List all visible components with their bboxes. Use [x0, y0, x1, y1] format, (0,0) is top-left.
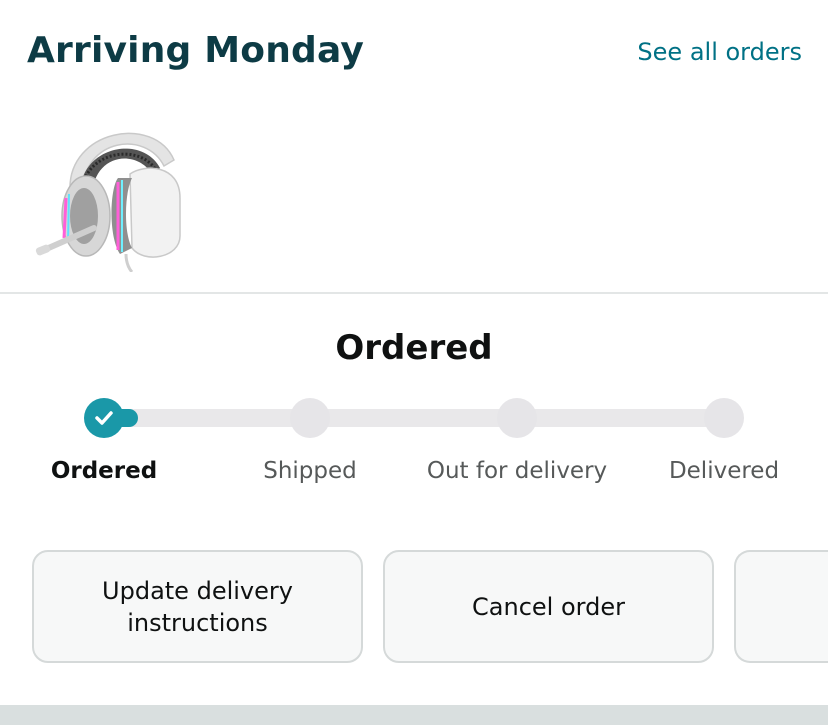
- update-delivery-instructions-button[interactable]: Update delivery instructions: [32, 550, 363, 663]
- product-image[interactable]: [34, 108, 184, 274]
- step-dot-delivered: [704, 398, 744, 438]
- see-all-orders-link[interactable]: See all orders: [637, 38, 802, 66]
- step-label-out-for-delivery: Out for delivery: [426, 458, 608, 484]
- order-header: Arriving Monday See all orders: [0, 0, 828, 100]
- more-actions-button-partial[interactable]: [734, 550, 828, 663]
- delivery-status-title: Ordered: [335, 328, 493, 368]
- step-label-ordered: Ordered: [50, 458, 158, 484]
- step-dot-shipped: [290, 398, 330, 438]
- headset-image: [35, 132, 181, 274]
- bottom-section-edge: [0, 705, 828, 725]
- section-divider: [0, 292, 828, 294]
- cancel-order-button[interactable]: Cancel order: [383, 550, 714, 663]
- step-label-shipped: Shipped: [263, 458, 357, 484]
- page-title: Arriving Monday: [27, 30, 365, 71]
- checkmark-icon: [95, 411, 113, 425]
- cancel-order-label: Cancel order: [472, 592, 625, 621]
- step-dot-ordered: [84, 398, 124, 438]
- step-label-delivered: Delivered: [668, 458, 780, 484]
- step-dot-out-for-delivery: [497, 398, 537, 438]
- progress-track: [104, 409, 724, 427]
- update-delivery-label: Update delivery instructions: [102, 576, 293, 637]
